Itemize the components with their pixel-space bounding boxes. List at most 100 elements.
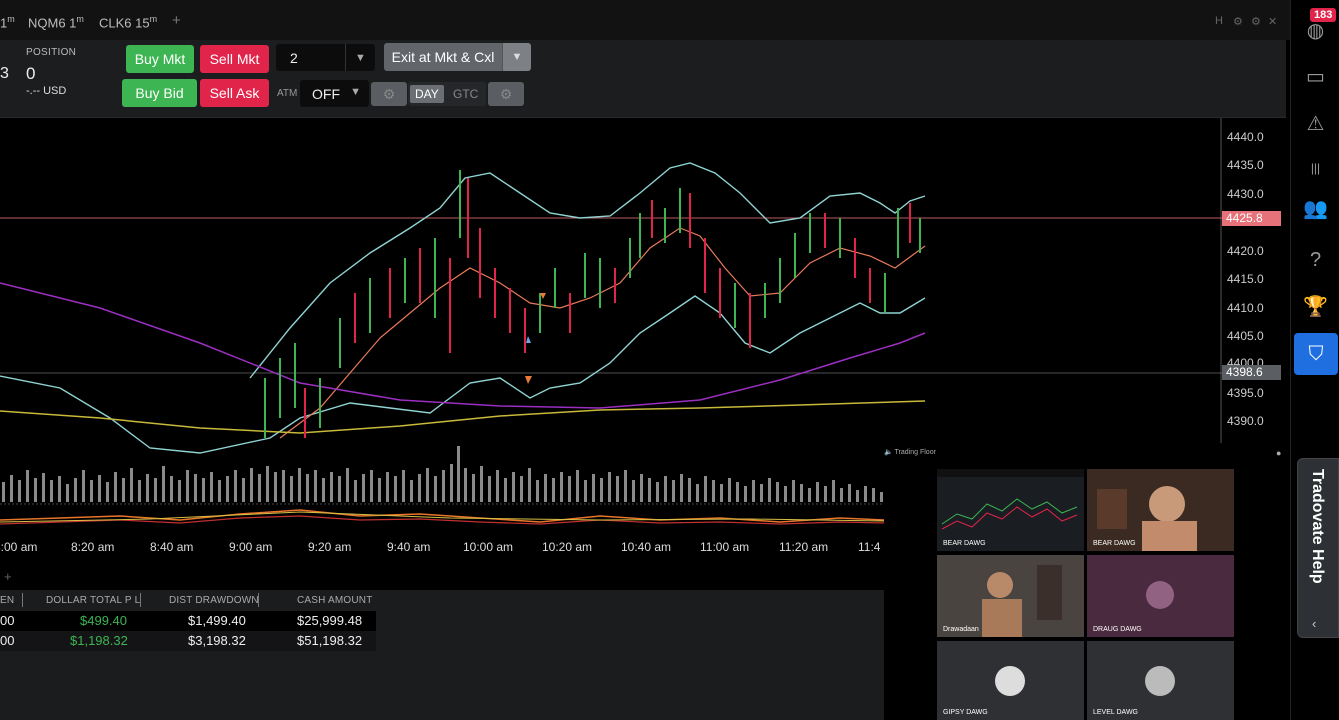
time-tick: 10:40 am [621,540,672,554]
exit-at-mkt-button[interactable]: Exit at Mkt & Cxl [384,43,502,71]
sell-ask-button[interactable]: Sell Ask [200,79,269,107]
screen-share-thumbnail [937,469,1084,530]
table-header: EN [0,595,15,606]
quantity-select[interactable]: 2 ▼ [276,44,375,71]
window-h-button[interactable]: H [1215,15,1223,27]
price-tick: 4415.0 [1227,272,1264,286]
price-tick: 4440.0 [1227,130,1264,144]
help-tab[interactable]: Tradovate Help ‹ [1297,458,1339,638]
help-icon[interactable]: ? [1291,240,1339,280]
sell-mkt-button[interactable]: Sell Mkt [200,45,269,73]
price-tick: 4390.0 [1227,414,1264,428]
columns-icon[interactable]: ||| [1291,148,1339,188]
add-table-button[interactable]: + [4,569,12,584]
buy-mkt-button[interactable]: Buy Mkt [126,45,194,73]
time-axis: 8:00 am 8:20 am 8:40 am 9:00 am 9:20 am … [0,537,884,559]
chevron-down-icon: ▼ [350,86,361,98]
participant-name: BEAR DAWG [943,540,986,547]
tab-bar: 1m NQM6 1m CLK6 15m + H ⚙ ⚙ ✕ [0,0,1290,40]
table-cell: 00 [0,613,15,628]
avatar [1146,581,1174,609]
video-tile[interactable]: GIPSY DAWG [937,641,1084,720]
chat-icon[interactable]: ▭ [1291,56,1339,96]
table-cell: $3,198.32 [188,633,246,648]
shield-icon[interactable]: ⛉ [1294,333,1338,375]
time-tick: 9:00 am [229,540,273,554]
tab-chart-1[interactable]: 1m [0,14,15,30]
table-cell: $25,999.48 [297,613,363,628]
time-tick: 11:00 am [700,540,750,554]
header-divider [258,593,259,607]
time-tick: 9:20 am [308,540,352,554]
table-cell: $1,198.32 [70,633,128,648]
table-cell: 00 [0,633,15,648]
position-currency: -.-- USD [26,85,67,97]
time-tick: 10:20 am [542,540,593,554]
table-row[interactable]: 00 $1,198.32 $3,198.32 $51,198.32 [0,631,376,651]
tab-clk6[interactable]: CLK6 15m [99,14,157,30]
help-label: Tradovate Help [1309,469,1326,584]
price-tick: 4435.0 [1227,158,1264,172]
time-tick: 8:00 am [0,540,38,554]
chat-icon[interactable]: ● [1276,448,1281,458]
trophy-icon[interactable]: 🏆 [1291,286,1339,326]
position-prefix: 3 [0,65,9,82]
notification-badge: 183 [1310,8,1337,22]
participant-name: DRAUG DAWG [1093,626,1142,633]
header-divider [22,593,23,607]
table-cell: $1,499.40 [188,613,246,628]
volume-pane [0,446,884,525]
atm-value: OFF [312,86,340,102]
participant-name: LEVEL DAWG [1093,709,1138,716]
tif-gtc-toggle[interactable]: GTC [448,85,483,103]
exit-dropdown-chevron-icon[interactable]: ▼ [502,43,531,71]
warning-icon[interactable]: ⚠ [1291,103,1339,143]
cursor-price-tag: 4398.6 [1222,365,1281,380]
tif-gear-icon[interactable]: ⚙ [488,82,524,106]
users-icon[interactable]: 👥 [1291,188,1339,228]
position-value: 0 [26,64,36,83]
time-tick: 8:40 am [150,540,194,554]
participant-name: Drawadaan [943,626,979,633]
video-tile[interactable]: BEAR DAWG [1087,469,1234,551]
tab-nqm6[interactable]: NQM6 1m [28,14,84,30]
participant-video [982,565,1062,637]
last-price-tag: 4425.8 [1222,211,1281,226]
video-tile[interactable]: BEAR DAWG [937,469,1084,551]
video-tile[interactable]: LEVEL DAWG [1087,641,1234,720]
quantity-value: 2 [290,50,298,66]
price-chart[interactable]: 4440.0 4435.0 4430.0 4420.0 4415.0 4410.… [0,118,1290,458]
price-tick: 4430.0 [1227,187,1264,201]
window-close-icon[interactable]: ✕ [1268,15,1277,28]
price-tick: 4405.0 [1227,329,1264,343]
atm-select[interactable]: OFF ▼ [300,80,369,107]
chevron-left-icon[interactable]: ‹ [1312,616,1316,631]
participant-name: GIPSY DAWG [943,709,988,716]
performance-table: EN DOLLAR TOTAL P L DIST DRAWDOWN CASH A… [0,590,884,720]
chart-canvas [0,118,1222,454]
time-tick: 8:20 am [71,540,115,554]
time-tick: 11:4 [858,540,881,554]
table-row[interactable]: 00 $499.40 $1,499.40 $25,999.48 [0,611,376,631]
video-tile[interactable]: Drawadaan [937,555,1084,637]
window-settings-icon[interactable]: ⚙ [1251,15,1261,28]
window-gear-icon[interactable]: ⚙ [1233,15,1243,28]
chevron-down-icon[interactable]: ▼ [345,44,375,71]
table-cell: $51,198.32 [297,633,363,648]
participant-name: BEAR DAWG [1093,540,1136,547]
atm-gear-icon[interactable]: ⚙ [371,82,407,106]
trading-floor-label: 🔈 Trading Floor [884,449,936,456]
time-in-force-group: DAY GTC [408,82,486,106]
buy-bid-button[interactable]: Buy Bid [122,79,197,107]
price-tick: 4420.0 [1227,244,1264,258]
time-tick: 10:00 am [463,540,514,554]
position-label: POSITION [26,47,77,58]
price-tick: 4395.0 [1227,386,1264,400]
time-tick: 11:20 am [779,540,829,554]
video-tile[interactable]: DRAUG DAWG [1087,555,1234,637]
order-panel: 3 POSITION 0 -.-- USD Buy Mkt Sell Mkt B… [0,40,1286,118]
table-cell: $499.40 [80,613,127,628]
header-divider [140,593,141,607]
tif-day-toggle[interactable]: DAY [410,85,444,103]
add-tab-button[interactable]: + [172,12,181,29]
